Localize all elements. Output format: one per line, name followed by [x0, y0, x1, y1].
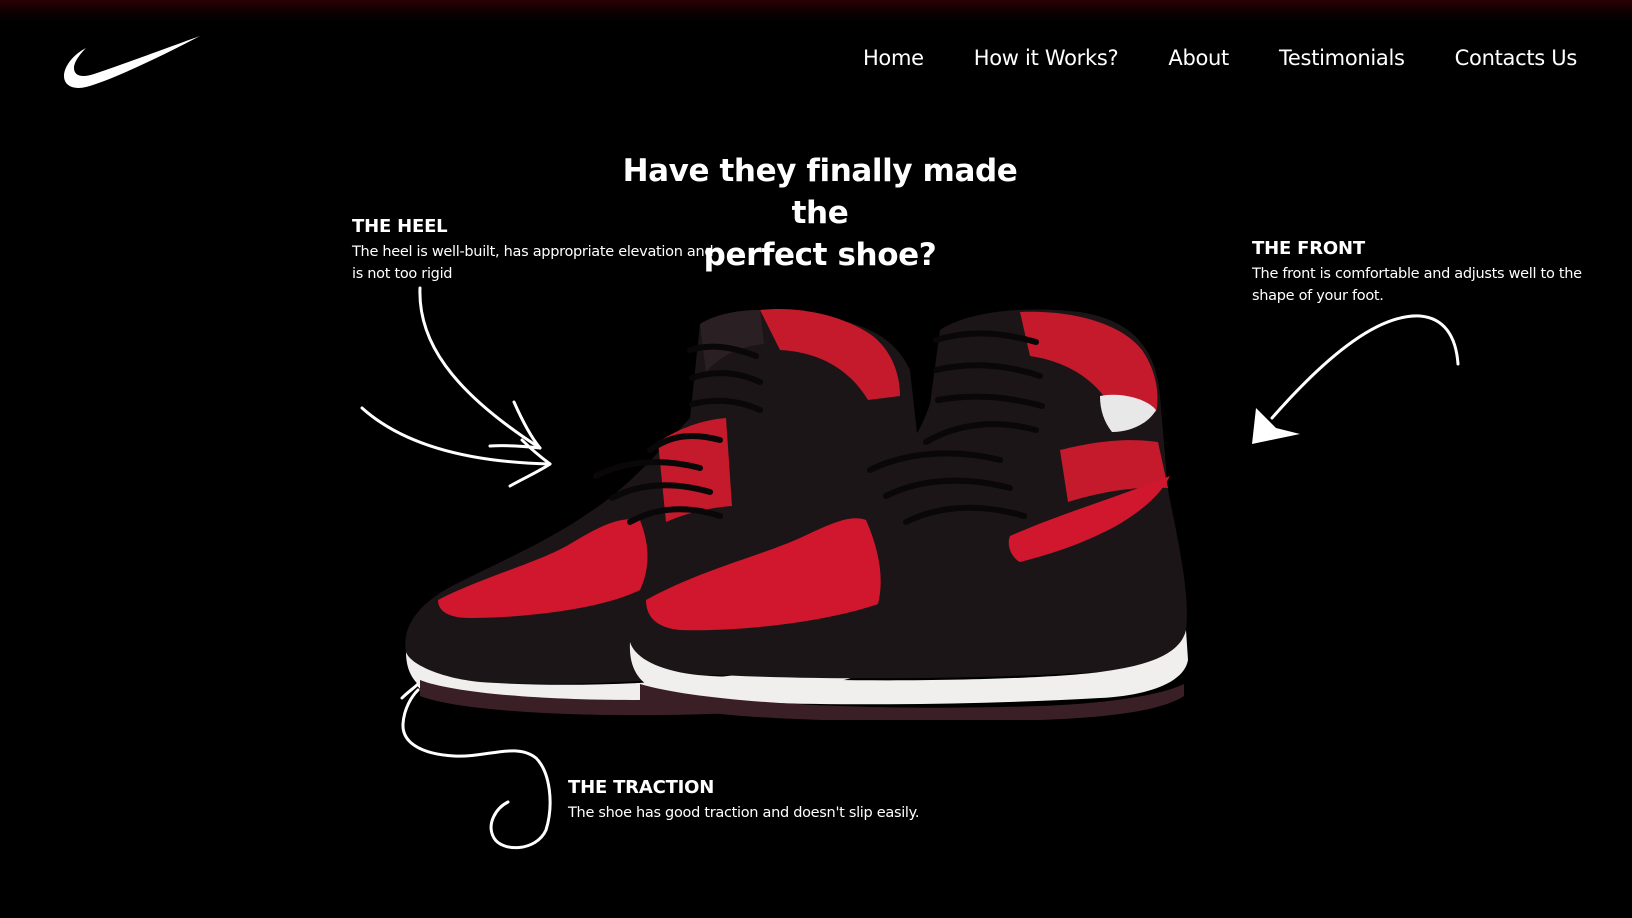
feature-heel-title: THE HEEL: [352, 216, 448, 237]
nav-item-about: About: [1168, 46, 1229, 70]
nav-item-home: Home: [863, 46, 924, 70]
feature-front-text: The front is comfortable and adjusts wel…: [1252, 266, 1582, 304]
nav-item-testimonials: Testimonials: [1279, 46, 1405, 70]
nav-link-testimonials[interactable]: Testimonials: [1279, 46, 1405, 70]
nav-link-about[interactable]: About: [1168, 46, 1229, 70]
nav-item-contacts: Contacts Us: [1455, 46, 1578, 70]
nav-link-how-it-works[interactable]: How it Works?: [974, 46, 1119, 70]
front-arrow-icon: [1252, 314, 1460, 444]
hero-shoes-image: [405, 309, 1188, 720]
hero-headline-line2: perfect shoe?: [703, 237, 937, 273]
nike-logo-link[interactable]: [62, 34, 212, 94]
feature-traction-text: The shoe has good traction and doesn't s…: [568, 805, 920, 821]
nav-link-home[interactable]: Home: [863, 46, 924, 70]
feature-front: THE FRONT The front is comfortable and a…: [1252, 238, 1602, 307]
nike-swoosh-icon: [64, 36, 200, 88]
nav-link-contacts[interactable]: Contacts Us: [1455, 46, 1578, 70]
feature-front-title: THE FRONT: [1252, 238, 1365, 259]
feature-traction: THE TRACTION The shoe has good traction …: [568, 777, 968, 824]
feature-heel: THE HEEL The heel is well-built, has app…: [352, 216, 722, 285]
top-gradient-bar: [0, 0, 1632, 22]
feature-traction-title: THE TRACTION: [568, 777, 715, 798]
nav-item-how-it-works: How it Works?: [974, 46, 1119, 70]
feature-heel-text: The heel is well-built, has appropriate …: [352, 244, 714, 282]
main-nav: Home How it Works? About Testimonials Co…: [863, 46, 1577, 70]
landing-page: Home How it Works? About Testimonials Co…: [0, 0, 1632, 918]
